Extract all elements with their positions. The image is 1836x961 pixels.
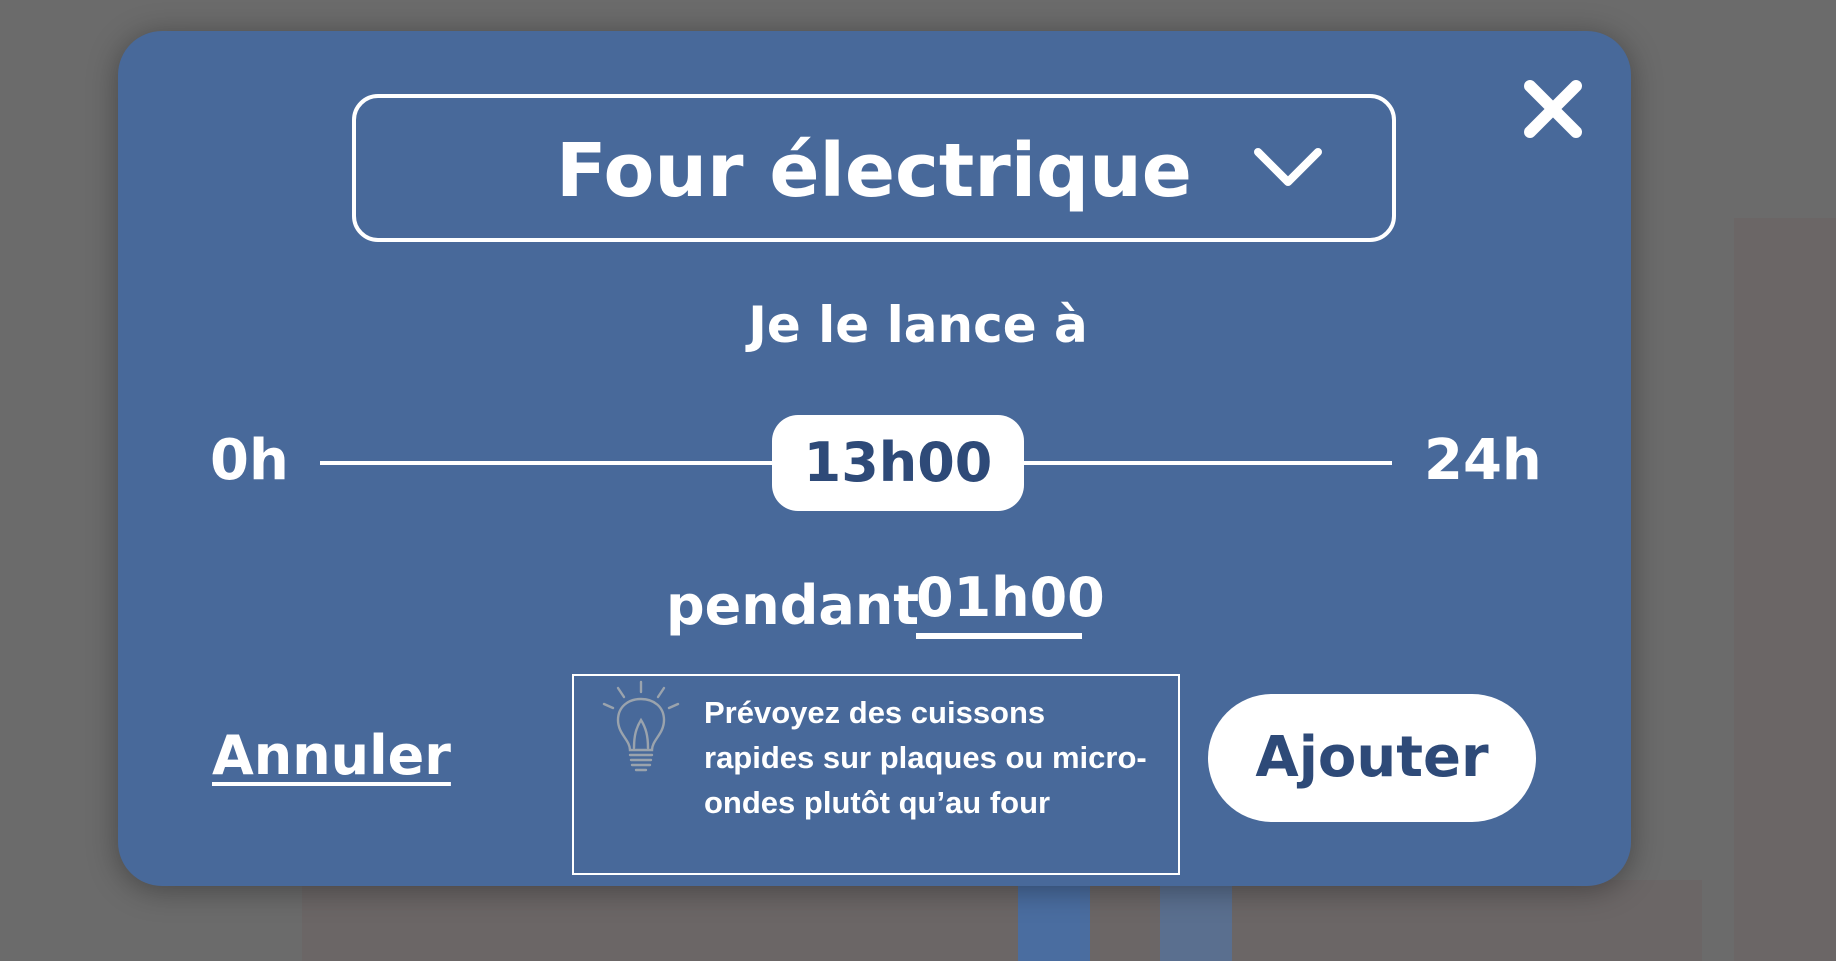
start-time-label: Je le lance à — [748, 296, 1088, 354]
appliance-select-value: Four électrique — [555, 128, 1192, 214]
tip-text: Prévoyez des cuissons rapides sur plaque… — [704, 695, 1147, 820]
start-time-slider-thumb[interactable]: 13h00 — [772, 415, 1024, 511]
slider-max-label: 24h — [1424, 428, 1542, 493]
duration-label: pendant — [666, 574, 920, 637]
slider-min-label: 0h — [210, 428, 289, 493]
appliance-select[interactable]: Four électrique — [352, 94, 1396, 242]
background-panel — [302, 880, 1702, 961]
cancel-link[interactable]: Annuler — [212, 724, 451, 787]
close-icon — [1524, 80, 1582, 138]
lightbulb-icon — [602, 680, 680, 772]
duration-input[interactable]: 01h00 — [916, 566, 1105, 639]
chevron-down-icon — [1254, 148, 1322, 186]
add-button[interactable]: Ajouter — [1208, 694, 1536, 822]
background-bar — [1018, 880, 1090, 961]
background-bar — [1160, 880, 1232, 961]
tip-box: Prévoyez des cuissons rapides sur plaque… — [572, 674, 1180, 875]
close-button[interactable] — [1518, 74, 1588, 144]
